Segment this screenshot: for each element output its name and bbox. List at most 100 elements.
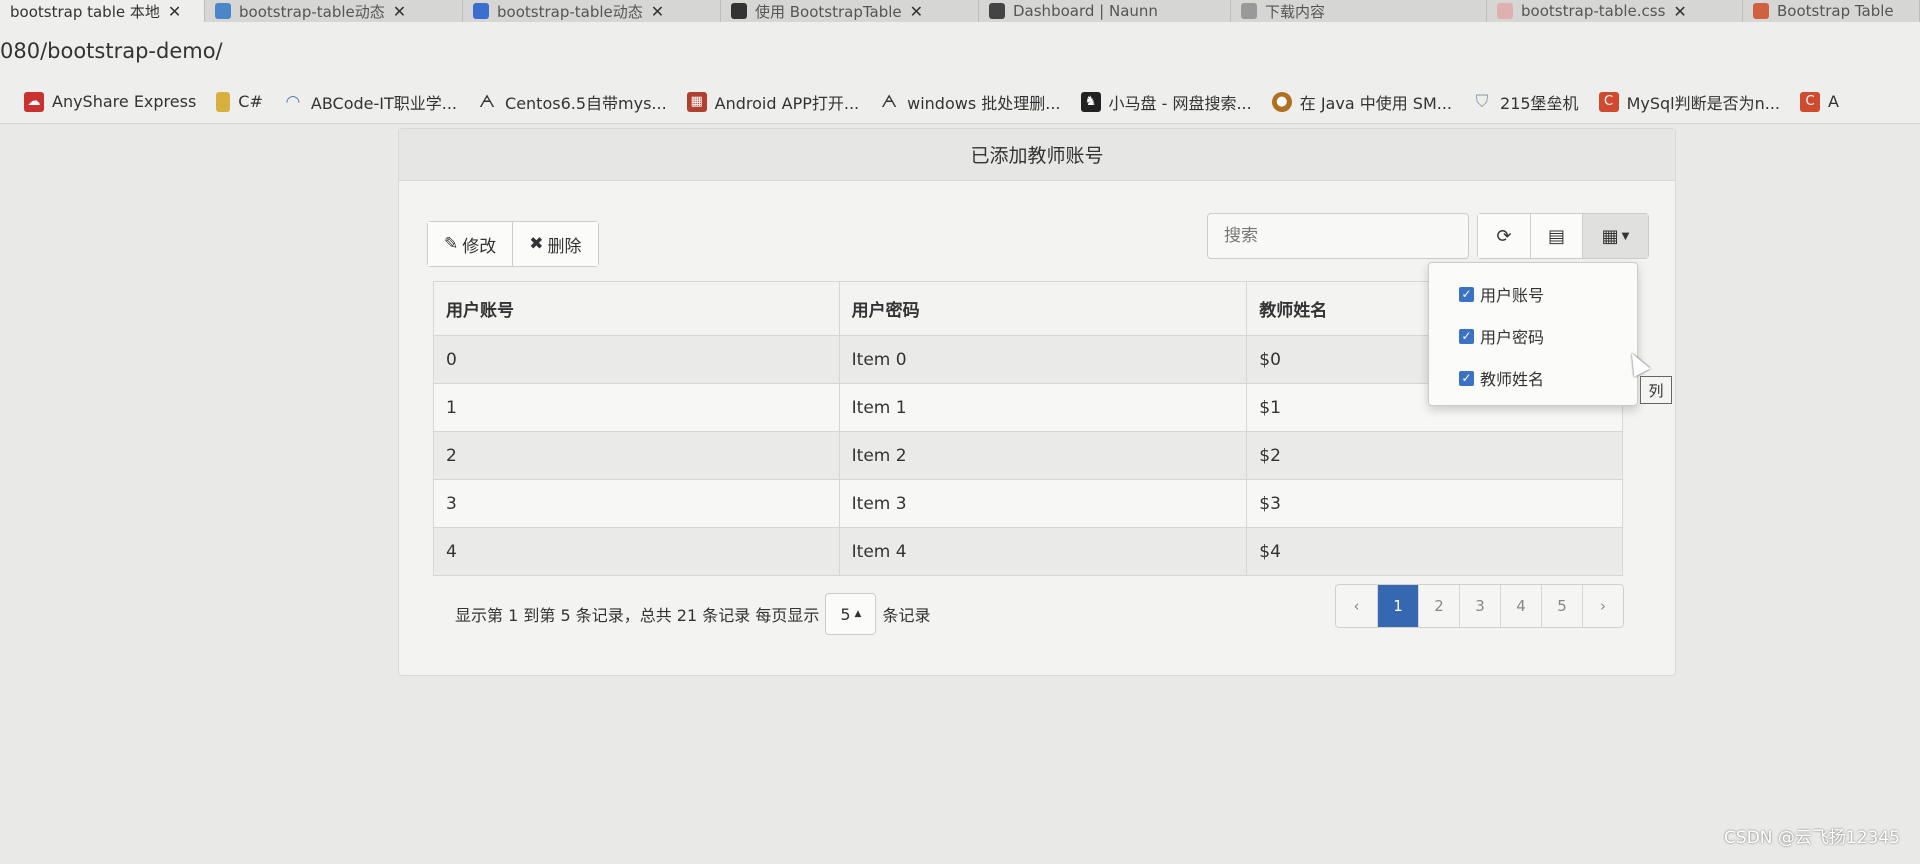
c-icon: C (1598, 91, 1619, 112)
tab-title: bootstrap table 本地 (10, 2, 160, 21)
bookmark-label: 在 Java 中使用 SM... (1299, 93, 1453, 113)
url-text[interactable]: 080/bootstrap-demo/ (0, 39, 223, 63)
close-icon[interactable]: ✕ (651, 2, 664, 21)
checkbox-checked-icon[interactable]: ✓ (1459, 370, 1474, 386)
table-row[interactable]: 3 Item 3 $3 (433, 479, 1623, 528)
table-row[interactable]: 2 Item 2 $2 (433, 431, 1623, 480)
bookmark-anyshare[interactable]: ☁ AnyShare Express (0, 91, 206, 112)
tab-title: Bootstrap Table (1777, 2, 1894, 20)
refresh-button[interactable]: ⟳ (1478, 214, 1530, 258)
bookmark-more[interactable]: C A (1790, 91, 1849, 112)
column-header-password[interactable]: 用户密码 (838, 281, 1248, 336)
browser-tab[interactable]: bootstrap-table动态 ✕ (463, 0, 721, 22)
cell-name: $2 (1246, 431, 1623, 480)
browser-tab[interactable]: bootstrap-table.css ✕ (1487, 0, 1743, 22)
bookmark-abcode[interactable]: ◠ ABCode-IT职业学... (273, 90, 467, 114)
prev-page-button[interactable]: ‹ (1336, 585, 1377, 627)
bookmark-bastion[interactable]: ⛉ 215堡垒机 (1462, 90, 1589, 114)
cell-password: Item 0 (838, 335, 1248, 384)
wifi-icon: ◠ (285, 91, 301, 112)
pagination-info: 显示第 1 到第 5 条记录，总共 21 条记录 每页显示 5 ▲ 条记录 (455, 593, 930, 635)
column-toggle-account[interactable]: ✓ 用户账号 (1429, 273, 1637, 315)
page-favicon-icon (731, 3, 747, 19)
bookmark-android[interactable]: ▦ Android APP打开... (677, 90, 869, 114)
bookmark-xiaomapan[interactable]: ♞ 小马盘 - 网盘搜索... (1071, 90, 1262, 114)
columns-tooltip: 列 (1640, 376, 1672, 404)
table-tools: ⟳ ▤ ▦ ▼ (1477, 213, 1649, 259)
column-toggle-name[interactable]: ✓ 教师姓名 (1429, 357, 1637, 399)
bookmark-label: MySql判断是否为n... (1626, 93, 1780, 113)
bookmark-label: Android APP打开... (714, 93, 860, 113)
column-toggle-password[interactable]: ✓ 用户密码 (1429, 315, 1637, 357)
bookmark-csharp[interactable]: C# (206, 91, 273, 112)
column-header-account[interactable]: 用户账号 (433, 281, 840, 336)
bookmark-label: 小马盘 - 网盘搜索... (1108, 93, 1252, 113)
column-toggle-label: 用户密码 (1480, 328, 1545, 347)
close-icon[interactable]: ✕ (910, 2, 923, 21)
checkbox-checked-icon[interactable]: ✓ (1459, 328, 1474, 344)
close-icon: ✖ (529, 234, 544, 254)
cell-password: Item 1 (838, 383, 1248, 432)
tab-title: bootstrap-table动态 (239, 2, 385, 21)
columns-button[interactable]: ▦ ▼ (1582, 214, 1648, 258)
pagination-info-text: 显示第 1 到第 5 条记录，总共 21 条记录 每页显示 (455, 606, 820, 625)
bookmark-centos[interactable]: ᗅ Centos6.5自带mys... (467, 90, 677, 114)
browser-tab[interactable]: 使用 BootstrapTable ✕ (721, 0, 979, 22)
bookmark-label: C# (238, 92, 263, 111)
browser-tab[interactable]: bootstrap table 本地 ✕ (0, 0, 205, 22)
page-favicon-icon (215, 3, 231, 19)
app-icon: ▦ (686, 91, 707, 112)
browser-tab[interactable]: bootstrap-table动态 ✕ (205, 0, 463, 22)
close-icon[interactable]: ✕ (1673, 2, 1686, 21)
tab-title: bootstrap-table.css (1521, 2, 1666, 20)
panel-title: 已添加教师账号 (399, 129, 1675, 181)
bookmark-mysql[interactable]: C MySql判断是否为n... (1589, 90, 1790, 114)
bookmarks-bar: ☁ AnyShare Express C# ◠ ABCode-IT职业学... … (0, 80, 1920, 124)
bookmark-label: Centos6.5自带mys... (505, 93, 667, 113)
toggle-view-button[interactable]: ▤ (1530, 214, 1582, 258)
columns-dropdown-menu: ✓ 用户账号 ✓ 用户密码 ✓ 教师姓名 (1428, 262, 1638, 406)
horse-icon: ♞ (1080, 91, 1101, 112)
close-icon[interactable]: ✕ (168, 2, 181, 21)
cell-password: Item 3 (838, 479, 1248, 528)
edit-button[interactable]: ✎ 修改 (428, 222, 513, 266)
next-page-button[interactable]: › (1582, 585, 1623, 627)
caret-up-icon: ▲ (854, 609, 862, 619)
refresh-icon: ⟳ (1496, 225, 1512, 247)
address-bar[interactable]: 080/bootstrap-demo/ (0, 22, 1920, 80)
page-size-dropdown[interactable]: 5 ▲ (825, 593, 877, 635)
page-button-2[interactable]: 2 (1418, 585, 1459, 627)
link-icon: ᗅ (881, 91, 898, 112)
link-icon: ᗅ (479, 91, 496, 112)
search-input[interactable] (1207, 213, 1469, 259)
close-icon[interactable]: ✕ (393, 2, 406, 21)
browser-tab[interactable]: Bootstrap Table (1743, 0, 1920, 22)
checkbox-checked-icon[interactable]: ✓ (1459, 286, 1474, 302)
cell-account: 4 (433, 527, 840, 576)
browser-tab[interactable]: 下载内容 (1231, 0, 1487, 22)
action-button-group: ✎ 修改 ✖ 删除 (427, 221, 599, 267)
bookmark-java[interactable]: ● 在 Java 中使用 SM... (1262, 90, 1462, 114)
page-button-1[interactable]: 1 (1377, 585, 1418, 627)
bookmark-label: 215堡垒机 (1500, 93, 1579, 113)
page-button-5[interactable]: 5 (1541, 585, 1582, 627)
page-button-4[interactable]: 4 (1500, 585, 1541, 627)
delete-button[interactable]: ✖ 删除 (512, 222, 598, 266)
cell-account: 0 (433, 335, 840, 384)
bookmark-windows[interactable]: ᗅ windows 批处理删... (869, 90, 1070, 114)
pagination-suffix: 条记录 (882, 606, 931, 625)
cell-account: 1 (433, 383, 840, 432)
folder-icon (216, 91, 231, 112)
shield-icon: ⛉ (1475, 91, 1489, 112)
cell-password: Item 4 (838, 527, 1248, 576)
download-icon (1241, 3, 1257, 19)
edit-label: 修改 (462, 236, 497, 257)
bookmark-label: AnyShare Express (52, 92, 197, 111)
pagination: ‹ 1 2 3 4 5 › (1335, 584, 1624, 628)
bookmark-label: windows 批处理删... (907, 93, 1061, 113)
table-row[interactable]: 4 Item 4 $4 (433, 527, 1623, 576)
cell-password: Item 2 (838, 431, 1248, 480)
page-button-3[interactable]: 3 (1459, 585, 1500, 627)
tab-title: Dashboard | Naunn (1013, 2, 1158, 20)
browser-tab[interactable]: Dashboard | Naunn (979, 0, 1231, 22)
